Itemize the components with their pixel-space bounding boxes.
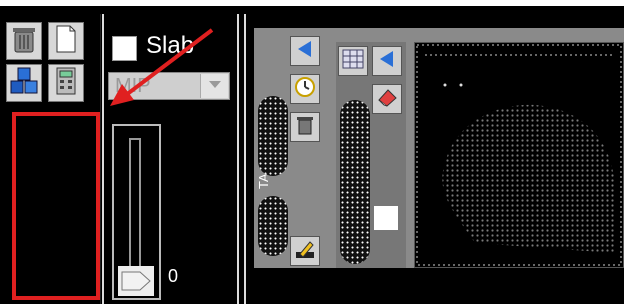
calculator-icon bbox=[55, 66, 77, 101]
collapse-viewer-button[interactable] bbox=[372, 46, 402, 76]
highlight-box bbox=[12, 112, 100, 300]
grid-button[interactable] bbox=[338, 46, 368, 76]
pencil-button[interactable] bbox=[290, 236, 320, 266]
pencil-icon bbox=[294, 238, 316, 265]
slider-thumb[interactable] bbox=[118, 266, 154, 296]
play-left-icon bbox=[295, 39, 315, 64]
eraser-button[interactable] bbox=[372, 84, 402, 114]
slider-track[interactable] bbox=[129, 138, 141, 272]
cubes-button[interactable] bbox=[6, 64, 42, 102]
eraser-icon bbox=[376, 86, 398, 113]
dotted-pill-2 bbox=[258, 196, 288, 256]
play-left-icon bbox=[377, 49, 397, 74]
document-icon bbox=[54, 24, 78, 59]
trash-button[interactable] bbox=[6, 22, 42, 60]
annotation-arrow-icon bbox=[110, 28, 214, 106]
slider-value: 0 bbox=[168, 266, 179, 286]
new-document-button[interactable] bbox=[48, 22, 84, 60]
delete-button[interactable] bbox=[290, 112, 320, 142]
thumbnail-window[interactable] bbox=[374, 206, 398, 230]
mip-image bbox=[416, 44, 622, 266]
top-border bbox=[0, 0, 624, 6]
image-viewport[interactable] bbox=[414, 42, 624, 268]
dotted-pill bbox=[258, 96, 288, 176]
clock-icon bbox=[294, 76, 316, 103]
grid-icon bbox=[342, 49, 364, 74]
cubes-icon bbox=[9, 66, 39, 101]
trash-icon bbox=[11, 24, 37, 59]
clock-button[interactable] bbox=[290, 74, 320, 104]
calculator-button[interactable] bbox=[48, 64, 84, 102]
delete-icon bbox=[295, 114, 315, 141]
dotted-pill-3 bbox=[340, 100, 370, 264]
collapse-button[interactable] bbox=[290, 36, 320, 66]
